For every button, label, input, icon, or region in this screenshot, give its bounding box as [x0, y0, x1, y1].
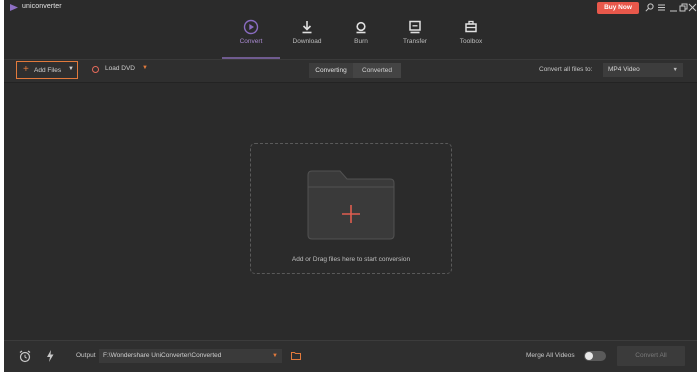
transfer-icon	[409, 20, 421, 34]
buy-now-button[interactable]: Buy Now	[597, 2, 639, 14]
tab-converted[interactable]: Converted	[353, 63, 401, 78]
download-icon	[302, 21, 312, 34]
convert-all-button[interactable]: Convert All	[617, 346, 685, 366]
toolbar: + Add Files ▼ Load DVD ▼ Converting Conv…	[4, 59, 697, 83]
output-format-value: MP4 Video	[608, 66, 640, 73]
add-files-button[interactable]: + Add Files ▼	[16, 61, 78, 79]
minimize-icon[interactable]	[668, 2, 678, 14]
chevron-down-icon: ▼	[672, 67, 678, 73]
nav-download-label: Download	[292, 38, 322, 45]
output-path-value: F:\Wondershare UniConverter\Converted	[103, 352, 222, 359]
convert-all-label: Convert all files to:	[539, 66, 593, 73]
chevron-down-icon: ▼	[272, 353, 278, 359]
add-folder-icon[interactable]	[306, 169, 396, 241]
app-window: uniconverter Buy Now Convert Download Bu…	[4, 0, 697, 372]
app-logo-icon	[10, 4, 18, 11]
output-format-select[interactable]: MP4 Video ▼	[603, 63, 683, 77]
output-label: Output	[76, 352, 96, 359]
title-bar: uniconverter Buy Now	[4, 0, 697, 16]
nav-burn[interactable]: Burn	[334, 16, 388, 58]
open-folder-icon[interactable]	[291, 351, 301, 360]
add-files-label: Add Files	[34, 67, 62, 74]
plus-icon: +	[23, 64, 29, 75]
main-nav: Convert Download Burn Transfer Toolbox	[4, 16, 697, 58]
nav-transfer-label: Transfer	[403, 38, 427, 45]
merge-all-videos-label: Merge All Videos	[526, 352, 575, 359]
convert-icon	[243, 19, 259, 35]
nav-toolbox-label: Toolbox	[459, 38, 483, 45]
nav-convert-label: Convert	[239, 38, 263, 45]
nav-convert[interactable]: Convert	[224, 16, 278, 58]
search-icon[interactable]	[644, 2, 654, 14]
chevron-down-icon[interactable]: ▼	[142, 65, 148, 71]
bottom-bar: Output F:\Wondershare UniConverter\Conve…	[4, 340, 697, 372]
dvd-icon	[92, 66, 99, 73]
output-path-select[interactable]: F:\Wondershare UniConverter\Converted ▼	[99, 349, 282, 363]
chevron-down-icon[interactable]: ▼	[68, 66, 74, 72]
nav-toolbox[interactable]: Toolbox	[444, 16, 498, 58]
lightning-icon[interactable]	[45, 349, 55, 363]
toggle-knob	[585, 352, 593, 360]
nav-transfer[interactable]: Transfer	[388, 16, 442, 58]
tab-converting[interactable]: Converting	[309, 63, 353, 78]
nav-download[interactable]: Download	[280, 16, 334, 58]
merge-all-videos-toggle[interactable]	[584, 351, 606, 361]
drop-zone-text: Add or Drag files here to start conversi…	[291, 256, 411, 263]
nav-burn-label: Burn	[354, 38, 368, 45]
load-dvd-label: Load DVD	[105, 65, 135, 72]
close-icon[interactable]	[687, 2, 697, 14]
burn-icon	[356, 21, 366, 34]
toolbox-icon	[465, 20, 477, 33]
menu-icon[interactable]	[656, 2, 666, 14]
file-drop-zone[interactable]: Add or Drag files here to start conversi…	[250, 143, 452, 274]
alarm-clock-icon[interactable]	[18, 349, 32, 363]
app-title: uniconverter	[22, 3, 62, 10]
